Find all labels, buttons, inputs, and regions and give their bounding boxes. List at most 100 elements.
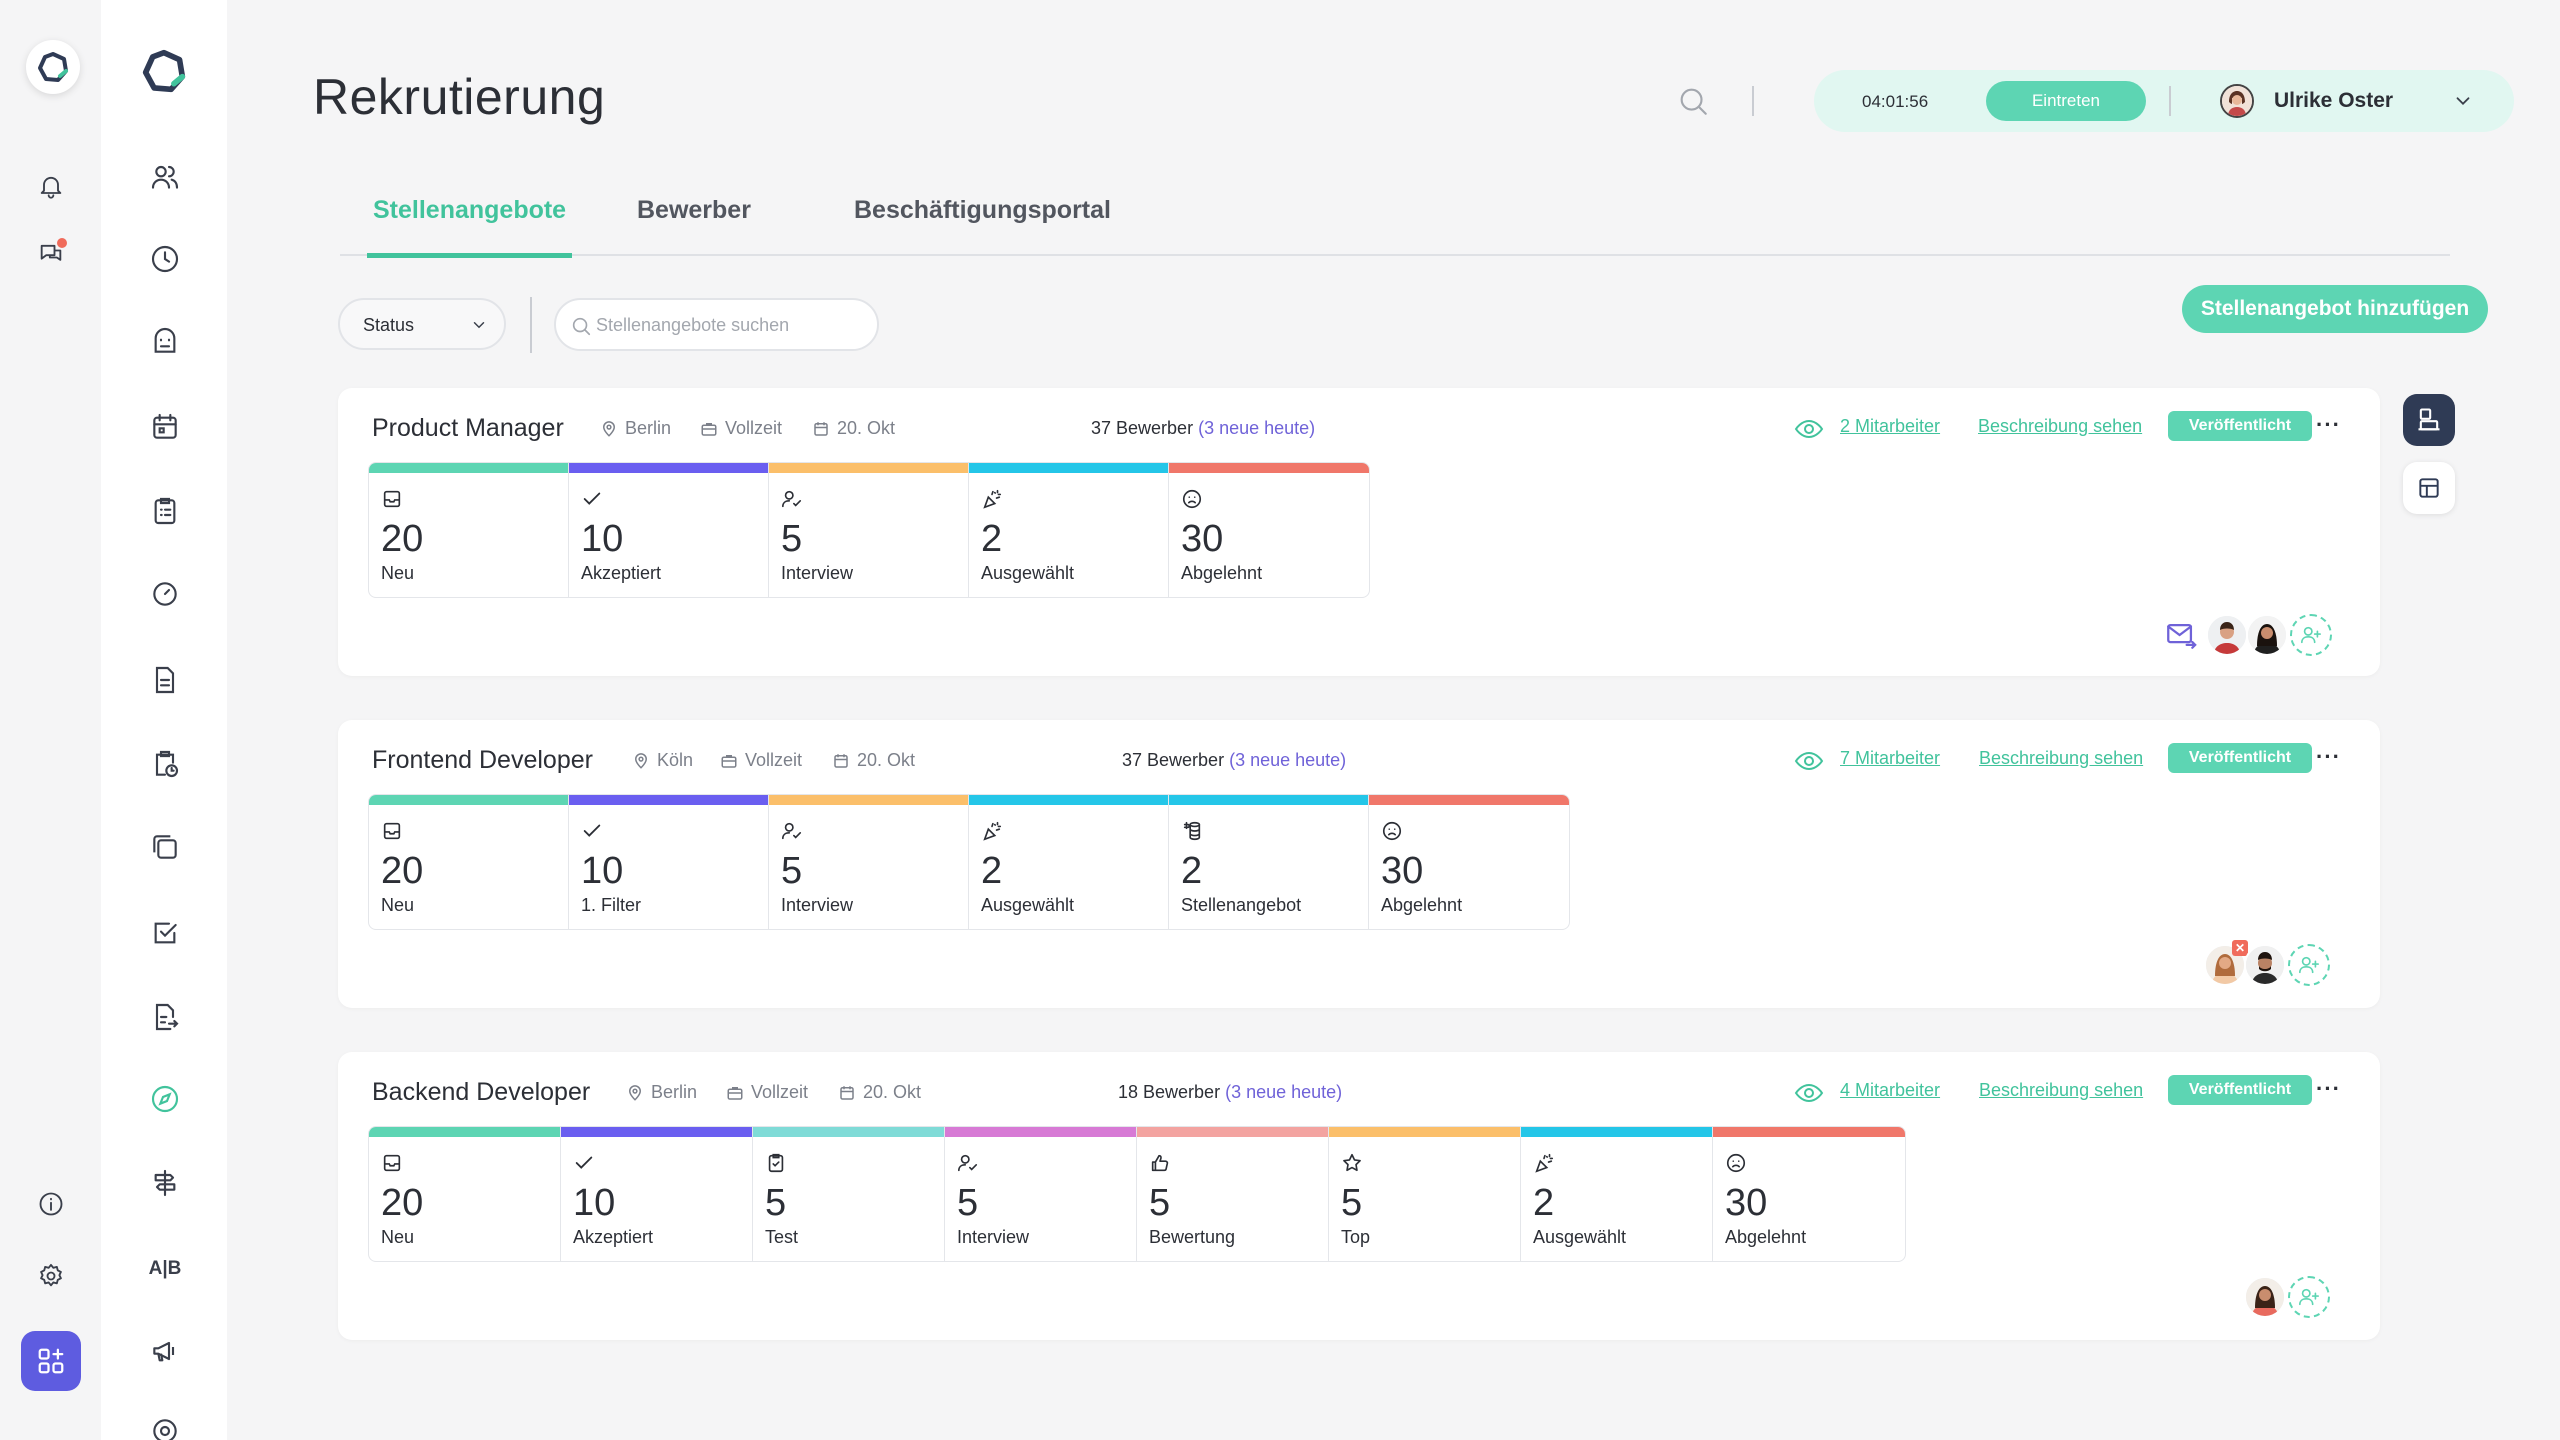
stage-count: 2 (981, 518, 1003, 560)
job-card[interactable]: Product Manager Berlin Vollzeit 20. Okt … (338, 388, 2380, 676)
job-search-input[interactable] (596, 312, 866, 338)
stage-ausgewaehlt[interactable]: 2 Ausgewählt (1521, 1127, 1713, 1261)
user-name[interactable]: Ulrike Oster (2274, 89, 2393, 113)
applicant-new[interactable]: (3 neue heute) (1225, 1082, 1342, 1102)
table-view-button[interactable] (2403, 462, 2455, 514)
stage-count: 30 (1725, 1182, 1768, 1224)
stage-abgelehnt[interactable]: 30 Abgelehnt (1713, 1127, 1905, 1261)
applicant-new[interactable]: (3 neue heute) (1229, 750, 1346, 770)
stage-1-filter[interactable]: 10 1. Filter (569, 795, 769, 929)
more-options-icon[interactable]: ··· (2316, 412, 2341, 438)
applicant-total: 37 Bewerber (1091, 418, 1194, 438)
add-person-button[interactable] (2290, 614, 2332, 656)
avatar[interactable]: ✕ (2204, 940, 2248, 986)
employees-link[interactable]: 2 Mitarbeiter (1840, 416, 1940, 437)
add-person-button[interactable] (2288, 944, 2330, 986)
avatar[interactable] (2206, 614, 2248, 656)
clipboard-list-icon[interactable] (146, 492, 184, 530)
user-check-icon (782, 490, 802, 508)
view-description-link[interactable]: Beschreibung sehen (1979, 1080, 2143, 1101)
job-date-text: 20. Okt (837, 418, 896, 438)
job-date: 20. Okt (812, 418, 895, 439)
checkbox-icon[interactable] (146, 914, 184, 952)
employees-link[interactable]: 7 Mitarbeiter (1840, 748, 1940, 769)
app-logo[interactable] (26, 40, 80, 94)
stage-stellenangebot[interactable]: 2 Stellenangebot (1169, 795, 1369, 929)
stage-bewertung[interactable]: 5 Bewertung (1137, 1127, 1329, 1261)
add-job-button[interactable]: Stellenangebot hinzufügen (2182, 285, 2488, 333)
global-search-icon[interactable] (1676, 84, 1712, 120)
job-card[interactable]: Frontend Developer Köln Vollzeit 20. Okt… (338, 720, 2380, 1008)
stage-abgelehnt[interactable]: 30 Abgelehnt (1169, 463, 1369, 597)
stage-interview[interactable]: 5 Interview (769, 795, 969, 929)
notifications-icon[interactable] (33, 168, 69, 204)
status-badge[interactable]: Veröffentlicht (2168, 743, 2312, 773)
calendar-icon (840, 1085, 854, 1100)
clock-in-button[interactable]: Eintreten (1986, 81, 2146, 121)
tab-beschaeftigungsportal[interactable]: Beschäftigungsportal (854, 196, 1111, 256)
stage-label: Interview (781, 563, 854, 583)
module-logo[interactable] (139, 46, 189, 96)
stage-akzeptiert[interactable]: 10 Akzeptiert (561, 1127, 753, 1261)
clock-icon[interactable] (146, 240, 184, 278)
document-icon[interactable] (146, 661, 184, 699)
stage-label: Ausgewählt (1533, 1227, 1627, 1247)
clipboard-time-icon[interactable] (146, 745, 184, 783)
star-icon (1343, 1153, 1361, 1172)
stage-test[interactable]: 5 Test (753, 1127, 945, 1261)
status-badge[interactable]: Veröffentlicht (2168, 1075, 2312, 1105)
stage-neu[interactable]: 20 Neu (369, 463, 569, 597)
applicant-new[interactable]: (3 neue heute) (1198, 418, 1315, 438)
job-title[interactable]: Backend Developer (372, 1078, 590, 1107)
stage-interview[interactable]: 5 Interview (769, 463, 969, 597)
view-description-link[interactable]: Beschreibung sehen (1979, 748, 2143, 769)
apps-button[interactable] (21, 1331, 81, 1391)
remove-badge-icon[interactable]: ✕ (2232, 940, 2248, 956)
team-icon[interactable] (146, 158, 184, 196)
stage-top[interactable]: 5 Top (1329, 1127, 1521, 1261)
more-module-icon[interactable] (146, 1412, 184, 1440)
files-icon[interactable] (146, 828, 184, 866)
job-title[interactable]: Product Manager (372, 414, 564, 443)
add-person-button[interactable] (2288, 1276, 2330, 1318)
stage-abgelehnt[interactable]: 30 Abgelehnt (1369, 795, 1569, 929)
stage-ausgewaehlt[interactable]: 2 Ausgewählt (969, 463, 1169, 597)
more-options-icon[interactable]: ··· (2316, 744, 2341, 770)
stage-akzeptiert[interactable]: 10 Akzeptiert (569, 463, 769, 597)
settings-icon[interactable] (33, 1258, 69, 1294)
calendar-icon[interactable] (146, 408, 184, 446)
card-view-button[interactable] (2403, 394, 2455, 446)
megaphone-icon[interactable] (146, 1332, 184, 1370)
stage-ausgewaehlt[interactable]: 2 Ausgewählt (969, 795, 1169, 929)
compass-icon[interactable] (146, 1080, 184, 1118)
stage-label: Abgelehnt (1725, 1227, 1807, 1247)
status-filter-select[interactable]: Status (338, 298, 506, 350)
file-export-icon[interactable] (146, 998, 184, 1036)
ab-test-icon[interactable]: A|B (146, 1250, 184, 1288)
user-avatar[interactable] (2220, 84, 2254, 118)
job-title[interactable]: Frontend Developer (372, 746, 593, 775)
employees-link[interactable]: 4 Mitarbeiter (1840, 1080, 1940, 1101)
info-icon[interactable] (33, 1186, 69, 1222)
tab-bewerber[interactable]: Bewerber (637, 196, 751, 256)
view-description-link[interactable]: Beschreibung sehen (1978, 416, 2142, 437)
stage-bar (969, 463, 1168, 473)
more-options-icon[interactable]: ··· (2316, 1076, 2341, 1102)
stage-neu[interactable]: 20 Neu (369, 1127, 561, 1261)
gauge-icon[interactable] (146, 575, 184, 613)
send-email-icon[interactable] (2164, 618, 2198, 652)
chat-icon[interactable] (33, 236, 69, 272)
stage-interview[interactable]: 5 Interview (945, 1127, 1137, 1261)
ghost-icon[interactable] (146, 322, 184, 360)
tab-stellenangebote[interactable]: Stellenangebote (367, 196, 573, 258)
stage-neu[interactable]: 20 Neu (369, 795, 569, 929)
avatar[interactable] (2244, 944, 2286, 986)
job-card[interactable]: Backend Developer Berlin Vollzeit 20. Ok… (338, 1052, 2380, 1340)
avatar[interactable] (2246, 614, 2288, 656)
avatar[interactable] (2244, 1276, 2286, 1318)
signpost-icon[interactable] (146, 1164, 184, 1202)
user-menu-chevron-down-icon[interactable] (2452, 90, 2474, 112)
status-badge[interactable]: Veröffentlicht (2168, 411, 2312, 441)
stage-bar (1169, 795, 1368, 805)
stage-count: 5 (957, 1182, 979, 1224)
